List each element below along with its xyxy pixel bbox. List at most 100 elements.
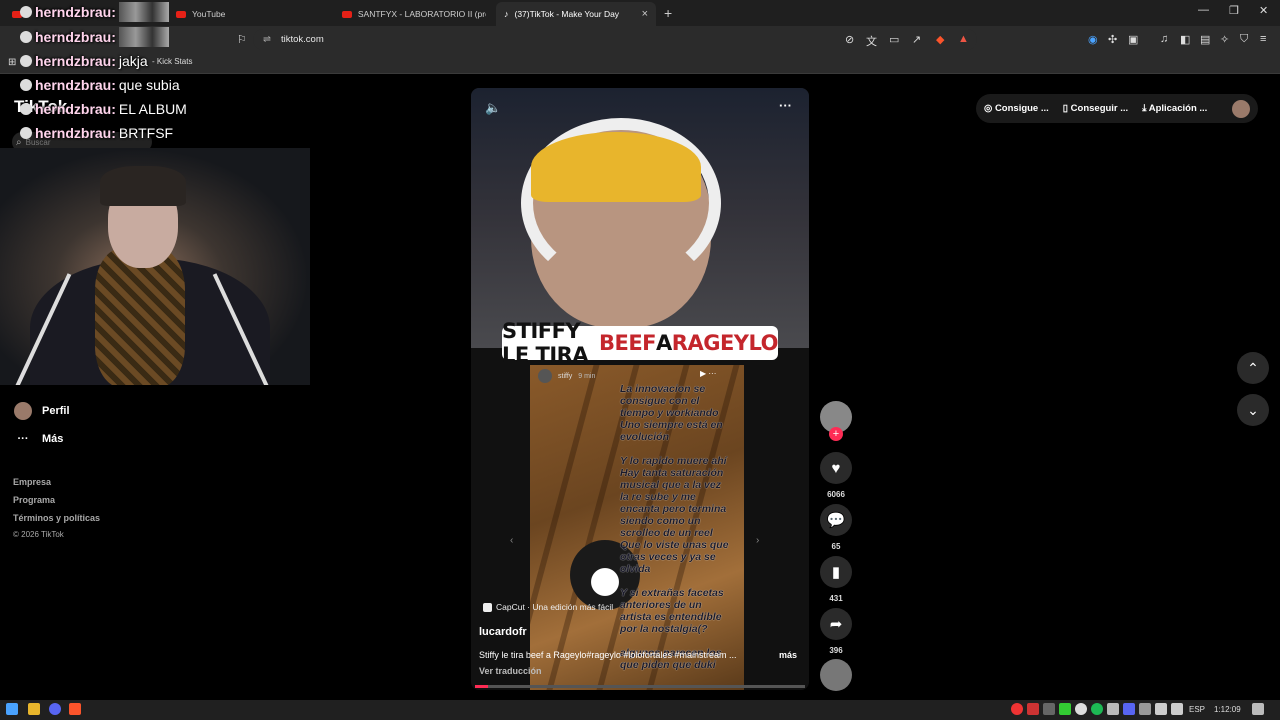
file-explorer-icon[interactable] xyxy=(28,703,40,715)
youtube-icon xyxy=(342,10,352,18)
sidebar-icon[interactable]: ◧ xyxy=(1180,33,1190,46)
caption-more-link[interactable]: más xyxy=(779,650,797,660)
tab-youtube[interactable]: YouTube xyxy=(168,2,332,26)
rewards-icon[interactable]: ▲ xyxy=(958,33,969,45)
tray-app-icon[interactable] xyxy=(1139,703,1151,715)
next-slide-icon[interactable]: › xyxy=(756,535,759,546)
sidebar-item-more[interactable]: ··· Más xyxy=(14,433,64,445)
chat-message: herndzbrau: que subia xyxy=(20,77,180,93)
new-tab-button[interactable]: + xyxy=(664,5,672,21)
chat-badge-icon xyxy=(20,31,32,43)
volume-icon[interactable] xyxy=(1171,703,1183,715)
bookmark-icon[interactable]: ⚐ xyxy=(237,33,247,46)
like-button[interactable]: ♥ 6066 xyxy=(820,452,852,499)
spotify-icon[interactable] xyxy=(1091,703,1103,715)
tab-label: (37)TikTok - Make Your Day xyxy=(514,9,620,19)
youtube-icon xyxy=(176,10,186,18)
cast-icon[interactable]: ▭ xyxy=(889,33,899,46)
input-language[interactable]: ESP xyxy=(1189,705,1205,714)
save-count: 431 xyxy=(829,594,843,603)
tray-app-icon[interactable] xyxy=(1059,703,1071,715)
wallet-icon[interactable]: ▤ xyxy=(1200,33,1210,46)
bookmark-kick-stats[interactable]: - Kick Stats xyxy=(152,57,192,66)
translate-icon[interactable]: 文 xyxy=(866,33,877,49)
more-options-icon[interactable]: ··· xyxy=(779,98,792,113)
share-arrow-icon: ➦ xyxy=(820,608,852,640)
tray-app-icon[interactable] xyxy=(1011,703,1023,715)
network-icon[interactable] xyxy=(1155,703,1167,715)
music-icon[interactable]: ♫ xyxy=(1160,33,1168,45)
chat-message: herndzbrau: jakja xyxy=(20,53,148,69)
chat-emote xyxy=(118,27,169,47)
video-player[interactable]: 🔈 ··· STIFFY LE TIRA BEEF A RAGEYLO stif… xyxy=(471,88,809,690)
discord-icon[interactable] xyxy=(49,703,61,715)
next-video-button[interactable]: ⌄ xyxy=(1237,394,1269,426)
tab-santfyx[interactable]: SANTFYX - LABORATORIO II (prod.qu xyxy=(334,2,494,26)
chat-message: herndzbrau: xyxy=(20,27,169,47)
footer-link-company[interactable]: Empresa xyxy=(13,477,51,487)
tab-tiktok[interactable]: ♪ (37)TikTok - Make Your Day × xyxy=(496,2,656,26)
capcut-icon xyxy=(483,602,492,612)
story-text: La innovacion se consigue con el tiempo … xyxy=(620,383,729,671)
avatar[interactable] xyxy=(1232,99,1250,118)
brave-icon[interactable] xyxy=(69,703,81,715)
discord-tray-icon[interactable] xyxy=(1123,703,1135,715)
share-icon[interactable]: ↗ xyxy=(912,33,921,46)
like-count: 6066 xyxy=(827,490,845,499)
copyright: © 2026 TikTok xyxy=(13,530,64,539)
vpn-icon[interactable]: ⛉ xyxy=(1240,33,1248,46)
comment-icon: 💬 xyxy=(820,504,852,536)
translate-link[interactable]: Ver traducción xyxy=(479,666,542,676)
capcut-tag[interactable]: CapCut · Una edición más fácil xyxy=(483,602,613,612)
screenshot-icon[interactable]: ▣ xyxy=(1128,33,1138,46)
share-button[interactable]: ➦ 396 xyxy=(820,608,852,655)
chat-message: herndzbrau: xyxy=(20,2,169,22)
close-tab-icon[interactable]: × xyxy=(642,8,648,20)
url-text: tiktok.com xyxy=(280,34,324,45)
comment-button[interactable]: 💬 65 xyxy=(820,504,852,551)
footer-link-program[interactable]: Programa xyxy=(13,495,55,505)
bookmark-icon: ▮ xyxy=(820,556,852,588)
chat-message: herndzbrau: BRTFSF xyxy=(20,125,173,141)
save-button[interactable]: ▮ 431 xyxy=(820,556,852,603)
chat-badge-icon xyxy=(20,6,32,18)
webcam-scarf xyxy=(95,248,185,385)
tray-app-icon[interactable] xyxy=(1043,703,1055,715)
video-author[interactable]: lucardofr xyxy=(479,626,527,638)
minimize-button[interactable]: — xyxy=(1198,4,1209,16)
chat-message: herndzbrau: EL ALBUM xyxy=(20,101,187,117)
video-progress-bar[interactable] xyxy=(475,685,805,688)
get-coins-button[interactable]: ◎ Consigue ... xyxy=(984,103,1049,114)
audio-icon[interactable]: ◉ xyxy=(1088,33,1098,46)
prev-slide-icon[interactable]: ‹ xyxy=(510,535,513,546)
close-window-button[interactable]: ✕ xyxy=(1259,4,1268,17)
music-disc-icon[interactable] xyxy=(820,659,852,691)
taskbar-clock[interactable]: 1:12:09 xyxy=(1214,705,1241,714)
webcam-hair xyxy=(100,166,186,206)
tiktok-icon: ♪ xyxy=(504,9,509,19)
mic-icon[interactable] xyxy=(1107,703,1119,715)
tray-app-icon[interactable] xyxy=(1027,703,1039,715)
video-caption: Stiffy le tira beef a Rageylo#rageylo #l… xyxy=(479,650,737,660)
notifications-icon[interactable] xyxy=(1252,703,1264,715)
reader-icon[interactable]: ⊘ xyxy=(845,33,854,46)
download-app-button[interactable]: ⤓ Aplicación ... xyxy=(1142,103,1207,114)
leo-icon[interactable]: ✧ xyxy=(1220,33,1229,46)
progress-fill xyxy=(475,685,489,688)
mute-icon[interactable]: 🔈 xyxy=(485,100,501,116)
story-screenshot: stiffy 9 min ▶ ··· La innovacion se cons… xyxy=(530,365,744,690)
extensions-icon[interactable]: ✣ xyxy=(1108,33,1117,46)
tab-label: SANTFYX - LABORATORIO II (prod.qu xyxy=(357,9,486,19)
restore-button[interactable]: ❐ xyxy=(1229,4,1239,17)
site-info-icon[interactable]: ⇌ xyxy=(263,34,271,45)
footer-link-terms[interactable]: Términos y políticas xyxy=(13,513,100,523)
previous-video-button[interactable]: ⌃ xyxy=(1237,352,1269,384)
follow-button[interactable]: + xyxy=(829,427,843,441)
sidebar-item-profile[interactable]: Perfil xyxy=(14,402,70,420)
apps-icon[interactable]: ⊞ xyxy=(8,57,16,68)
windows-start-icon[interactable] xyxy=(6,703,18,715)
tray-app-icon[interactable] xyxy=(1075,703,1087,715)
menu-icon[interactable]: ≡ xyxy=(1260,33,1266,45)
get-app-button[interactable]: ▯ Conseguir ... xyxy=(1063,103,1128,114)
brave-shield-icon[interactable]: ◆ xyxy=(936,33,944,46)
